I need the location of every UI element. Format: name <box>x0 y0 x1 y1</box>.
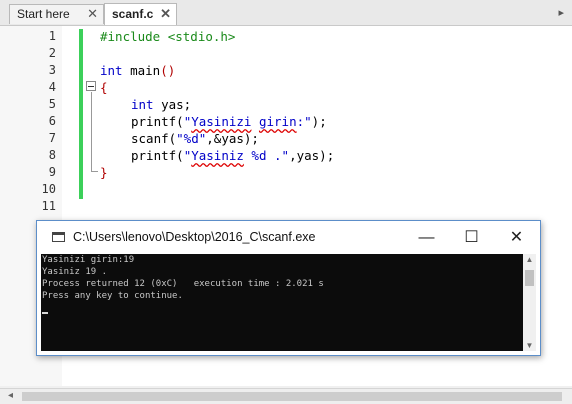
code-line-8: printf("Yasiniz %d .",yas); <box>131 148 334 163</box>
line-number: 11 <box>41 199 56 213</box>
keyword: int <box>100 63 123 78</box>
code-string <box>251 114 259 129</box>
editor-horizontal-scrollbar[interactable]: ◂ <box>0 388 572 404</box>
code-string: "%d" <box>176 131 207 146</box>
code-string-misspelled: Yasinizi <box>191 114 252 129</box>
maximize-button[interactable]: ☐ <box>449 221 494 254</box>
tab-label: scanf.c <box>112 7 154 21</box>
code-line-9: } <box>100 165 108 180</box>
code-text: main <box>122 63 161 78</box>
console-title: C:\Users\lenovo\Desktop\2016_C\scanf.exe <box>73 230 316 244</box>
close-icon[interactable]: ✕ <box>87 5 98 23</box>
console-app-icon <box>52 232 65 242</box>
scroll-thumb[interactable] <box>22 392 562 401</box>
console-output-line: Yasinizi girin:19 <box>42 255 135 265</box>
code-string-misspelled: Yasiniz <box>191 148 244 163</box>
code-text: printf( <box>131 148 184 163</box>
change-marker-bar <box>79 29 83 199</box>
line-number: 6 <box>48 114 56 128</box>
close-button[interactable]: ✕ <box>494 221 539 254</box>
scroll-down-icon[interactable]: ▼ <box>523 341 536 350</box>
code-line-7: scanf("%d",&yas); <box>131 131 259 146</box>
fold-guide-end <box>91 171 98 172</box>
code-line-6: printf("Yasinizi girin:"); <box>131 114 327 129</box>
tab-start-here[interactable]: Start here ✕ <box>9 4 104 24</box>
line-number: 10 <box>41 182 56 196</box>
code-line-4: { <box>100 80 108 95</box>
scroll-left-icon[interactable]: ◂ <box>8 390 13 401</box>
code-line-1: #include <stdio.h> <box>100 29 236 44</box>
console-window[interactable]: C:\Users\lenovo\Desktop\2016_C\scanf.exe… <box>36 220 541 356</box>
scroll-up-icon[interactable]: ▲ <box>523 255 536 264</box>
code-text: yas; <box>153 97 192 112</box>
scroll-thumb[interactable] <box>525 270 534 286</box>
code-text: scanf( <box>131 131 177 146</box>
console-output-line: Press any key to continue. <box>42 291 183 301</box>
tab-bar: Start here ✕ scanf.c ✕ ▸ <box>0 0 572 26</box>
fold-collapse-icon[interactable] <box>86 81 96 91</box>
code-text: printf( <box>131 114 184 129</box>
line-number: 8 <box>48 148 56 162</box>
console-output-area[interactable]: Yasinizi girin:19 Yasiniz 19 . Process r… <box>41 254 523 351</box>
line-number: 9 <box>48 165 56 179</box>
code-string: %d ." <box>243 148 290 163</box>
line-number: 1 <box>48 29 56 43</box>
code-text: ); <box>311 114 327 129</box>
code-text: ,&yas); <box>206 131 259 146</box>
console-title-bar[interactable]: C:\Users\lenovo\Desktop\2016_C\scanf.exe… <box>37 221 540 254</box>
fold-guide-line <box>91 92 92 172</box>
keyword: int <box>131 97 154 112</box>
line-number: 4 <box>48 80 56 94</box>
line-number: 2 <box>48 46 56 60</box>
tab-scroll-right-icon[interactable]: ▸ <box>558 6 564 19</box>
code-line-5: int yas; <box>131 97 191 112</box>
line-number: 3 <box>48 63 56 77</box>
tab-scanf-c[interactable]: scanf.c ✕ <box>104 3 177 25</box>
minimize-button[interactable]: — <box>404 221 449 254</box>
console-output-line: Yasiniz 19 . <box>42 267 108 277</box>
text-cursor <box>42 312 48 314</box>
console-output-line: Process returned 12 (0xC) execution time… <box>42 279 324 289</box>
tab-label: Start here <box>17 7 70 21</box>
line-number: 5 <box>48 97 56 111</box>
close-icon[interactable]: ✕ <box>160 4 171 24</box>
code-string-misspelled: girin <box>258 114 297 129</box>
line-number: 7 <box>48 131 56 145</box>
console-vertical-scrollbar[interactable]: ▲ ▼ <box>523 254 536 351</box>
code-line-3: int main() <box>100 63 175 78</box>
code-string: :" <box>296 114 312 129</box>
code-operator: () <box>160 63 176 78</box>
code-text: ,yas); <box>289 148 335 163</box>
